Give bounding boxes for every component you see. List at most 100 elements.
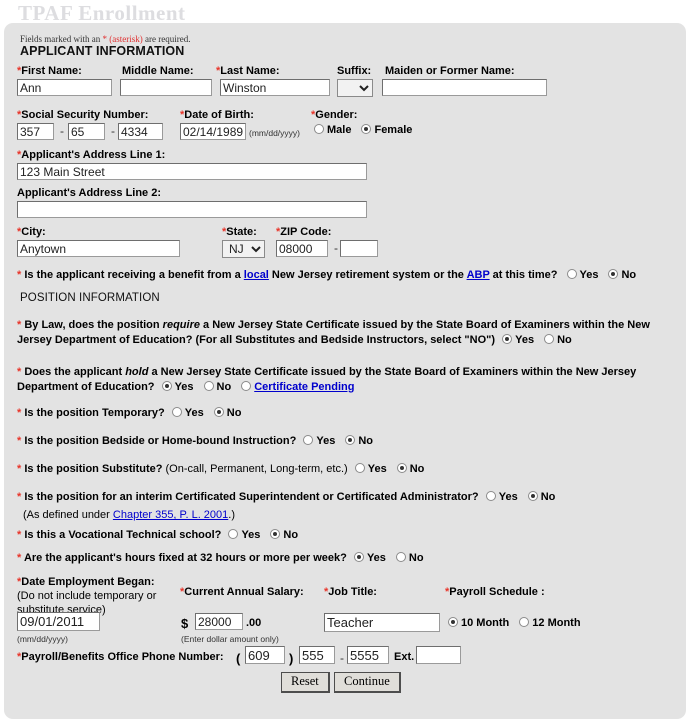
substitute-yes-label: Yes — [367, 463, 387, 475]
enrollment-form-panel: Fields marked with an * (asterisk) are r… — [4, 23, 686, 719]
reset-button[interactable]: Reset — [281, 672, 330, 693]
substitute-radio-group[interactable]: Yes No — [354, 462, 435, 477]
benefit-yes-radio[interactable] — [566, 269, 577, 279]
hours-yes-label: Yes — [366, 552, 386, 564]
question-vocational: * Is this a Vocational Technical school?… — [17, 528, 308, 543]
hours-yes-radio[interactable] — [353, 552, 364, 562]
substitute-yes-radio[interactable] — [354, 463, 365, 473]
local-link[interactable]: local — [244, 269, 269, 281]
required-note-asterisk-word: (asterisk) — [107, 34, 143, 44]
zip4-input[interactable] — [340, 240, 378, 257]
continue-button[interactable]: Continue — [334, 672, 401, 693]
interim-radio-group[interactable]: Yes No — [485, 490, 566, 505]
vocational-radio-group[interactable]: Yes No — [228, 528, 308, 543]
question-hold-certificate: * Does the applicant hold a New Jersey S… — [17, 366, 637, 395]
label-ssn: *Social Security Number: — [17, 109, 149, 121]
required-note-post: are required. — [142, 34, 191, 44]
question-substitute: * Is the position Substitute? (On-call, … — [17, 462, 434, 477]
substitute-examples: (On-call, Permanent, Long-term, etc.) — [162, 463, 348, 475]
ssn-part2-input[interactable] — [68, 123, 105, 140]
ssn-part1-input[interactable] — [17, 123, 54, 140]
first-name-input[interactable] — [17, 79, 112, 96]
benefit-yes-label: Yes — [579, 269, 599, 281]
abp-link[interactable]: ABP — [467, 269, 490, 281]
temporary-radio-group[interactable]: Yes No — [171, 406, 252, 421]
hold-cert-pending-radio[interactable] — [241, 381, 252, 391]
label-middle-name: Middle Name: — [122, 65, 194, 77]
maiden-name-input[interactable] — [382, 79, 547, 96]
interim-no-radio[interactable] — [527, 491, 538, 501]
substitute-no-radio[interactable] — [396, 463, 407, 473]
interim-no-label: No — [540, 491, 556, 503]
label-address-line-2: Applicant's Address Line 2: — [17, 187, 162, 199]
certificate-pending-link[interactable]: Certificate Pending — [254, 381, 354, 393]
zip5-input[interactable] — [276, 240, 328, 257]
payroll-10-month-radio[interactable] — [448, 617, 458, 627]
hold-cert-no-radio[interactable] — [203, 381, 214, 391]
hours-radio-group[interactable]: Yes No — [353, 551, 434, 566]
hold-cert-yes-radio[interactable] — [161, 381, 172, 391]
gender-radio-group[interactable]: Male Female — [314, 124, 422, 136]
gender-male-label: Male — [327, 124, 352, 136]
label-first-name: *First Name: — [17, 65, 82, 77]
bedside-no-radio[interactable] — [345, 435, 356, 445]
vocational-yes-radio[interactable] — [228, 529, 239, 539]
salary-input[interactable] — [195, 613, 243, 630]
benefit-radio-group[interactable]: Yes No — [566, 268, 647, 283]
interim-yes-radio[interactable] — [485, 491, 496, 501]
question-bedside: * Is the position Bedside or Home-bound … — [17, 434, 383, 449]
bedside-yes-radio[interactable] — [303, 435, 314, 445]
hours-no-radio[interactable] — [395, 552, 406, 562]
phone-dash: - — [340, 651, 344, 665]
question-require-certificate: * By Law, does the position require a Ne… — [17, 319, 650, 348]
hold-cert-radio-group[interactable]: Yes No Certificate Pending — [161, 380, 354, 395]
ssn-dash-1: - — [60, 124, 64, 138]
benefit-no-label: No — [621, 269, 637, 281]
salary-note: (Enter dollar amount only) — [181, 634, 279, 644]
dob-input[interactable] — [180, 123, 246, 140]
require-cert-radio-group[interactable]: Yes No — [502, 333, 582, 348]
bedside-radio-group[interactable]: Yes No — [303, 434, 383, 449]
require-cert-yes-radio[interactable] — [502, 334, 513, 344]
middle-name-input[interactable] — [120, 79, 212, 96]
hold-cert-yes-label: Yes — [174, 381, 194, 393]
ssn-part3-input[interactable] — [118, 123, 163, 140]
address-line-1-input[interactable] — [17, 163, 367, 180]
payroll-schedule-radio-group[interactable]: 10 Month 12 Month — [448, 617, 591, 629]
payroll-12-month-radio[interactable] — [519, 617, 530, 627]
gender-male-radio[interactable] — [314, 124, 324, 134]
gender-female-radio[interactable] — [361, 124, 372, 134]
require-cert-yes-label: Yes — [515, 334, 535, 346]
label-gender: *Gender: — [311, 109, 358, 121]
last-name-input[interactable] — [220, 79, 330, 96]
require-cert-no-radio[interactable] — [544, 334, 555, 344]
chapter-355-link[interactable]: Chapter 355, P. L. 2001 — [113, 509, 228, 521]
temporary-yes-radio[interactable] — [171, 407, 182, 417]
date-began-note-line1: (Do not include temporary or — [17, 590, 157, 602]
phone-ext-input[interactable] — [416, 646, 461, 664]
job-title-input[interactable] — [324, 613, 440, 632]
vocational-no-radio[interactable] — [270, 529, 281, 539]
phone-prefix-input[interactable] — [299, 646, 335, 664]
question-benefit: * Is the applicant receiving a benefit f… — [17, 268, 677, 283]
section-position-information: POSITION INFORMATION — [20, 292, 160, 304]
date-began-format-hint: (mm/dd/yyyy) — [17, 634, 68, 644]
label-state: *State: — [222, 226, 257, 238]
phone-paren-close: ) — [289, 651, 294, 666]
phone-area-code-input[interactable] — [245, 646, 285, 664]
substitute-no-label: No — [409, 463, 425, 475]
suffix-select[interactable] — [337, 79, 373, 97]
ssn-dash-2: - — [111, 124, 115, 138]
address-line-2-input[interactable] — [17, 201, 367, 218]
dollar-sign: $ — [181, 616, 189, 631]
state-select[interactable]: NJ — [222, 240, 265, 258]
city-input[interactable] — [17, 240, 180, 257]
date-employment-began-input[interactable] — [17, 612, 100, 631]
phone-line-input[interactable] — [347, 646, 389, 664]
label-dob: *Date of Birth: — [180, 109, 254, 121]
temporary-no-radio[interactable] — [213, 407, 224, 417]
benefit-no-radio[interactable] — [608, 269, 619, 279]
label-last-name: *Last Name: — [216, 65, 280, 77]
require-emphasis: require — [162, 319, 200, 331]
payroll-10-month-label: 10 Month — [461, 617, 510, 629]
